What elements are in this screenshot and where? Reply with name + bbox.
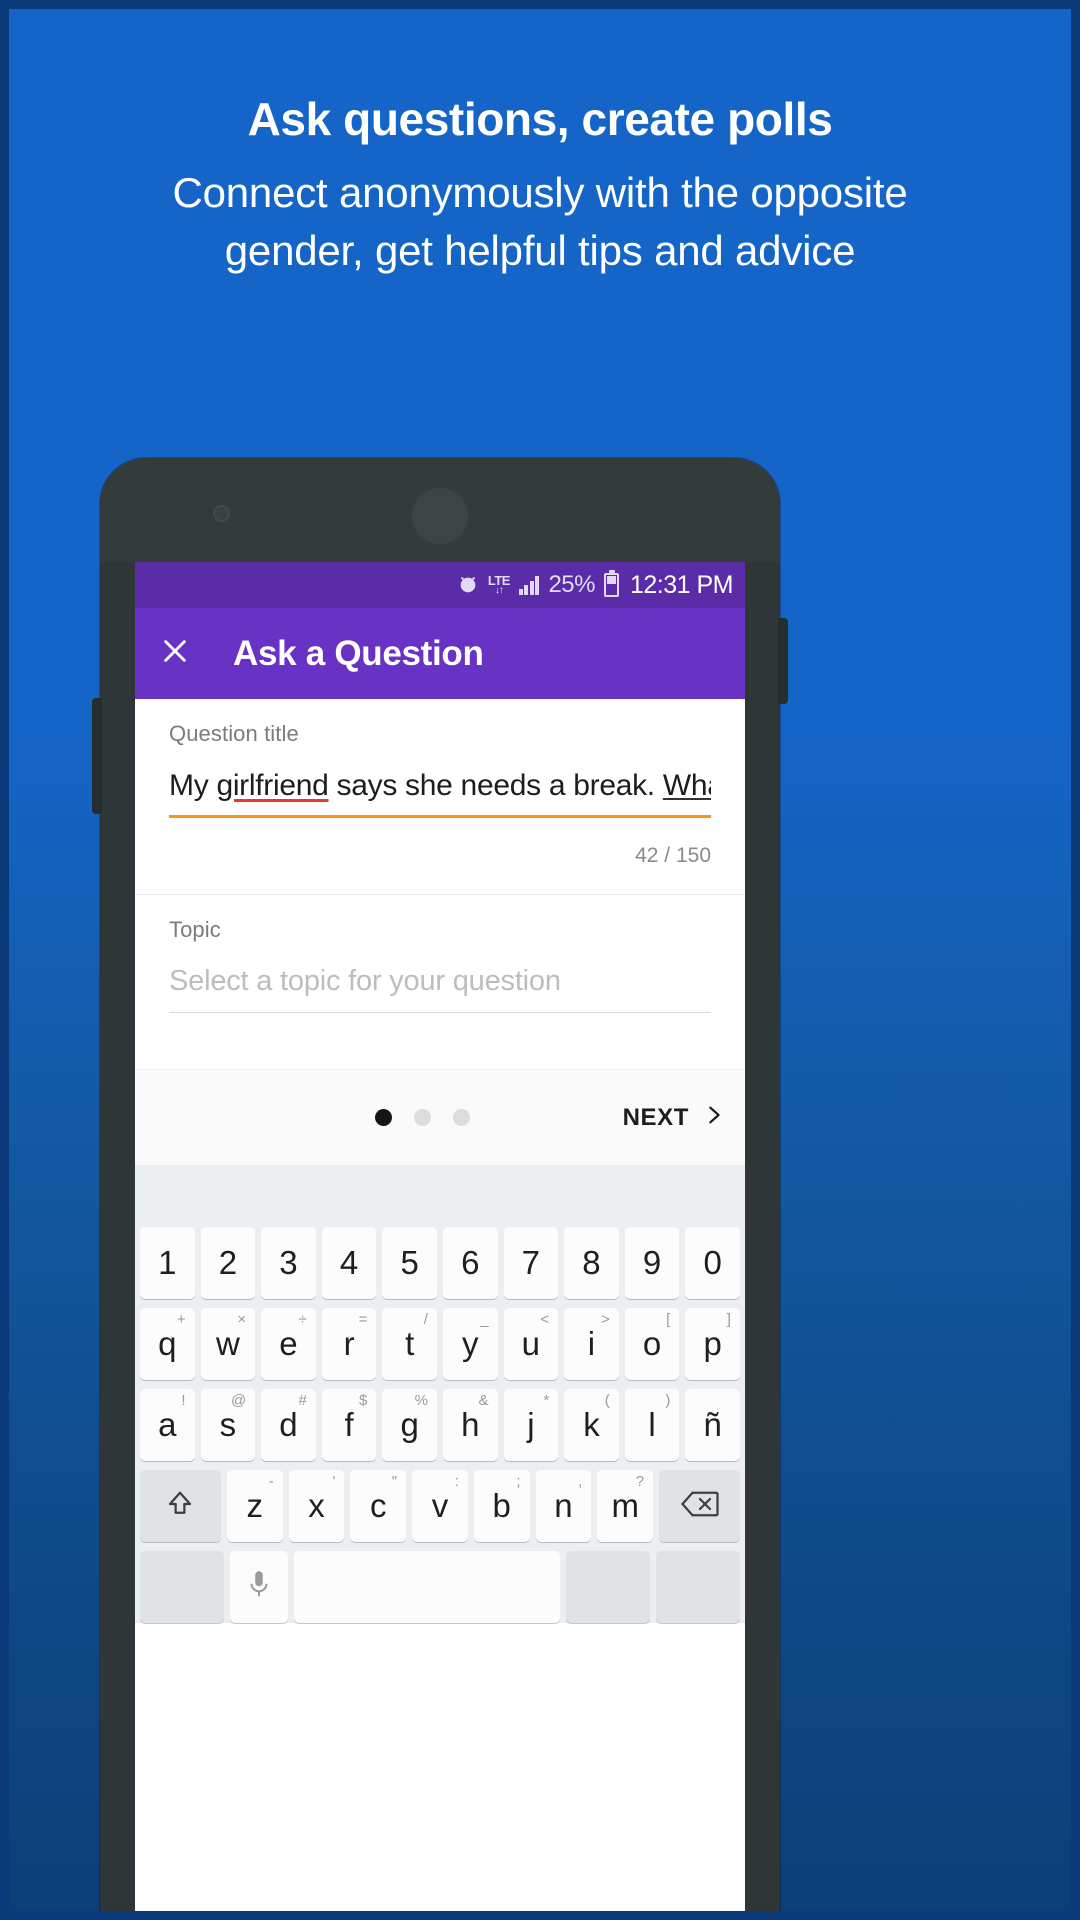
key-e[interactable]: ÷ e (261, 1308, 316, 1380)
key-g[interactable]: % g (382, 1389, 437, 1461)
shift-icon (165, 1489, 195, 1524)
next-button[interactable]: NEXT (623, 1104, 725, 1132)
keyboard-suggestion-strip (135, 1165, 745, 1221)
wizard-footer: NEXT (135, 1069, 745, 1165)
key-k[interactable]: (k (564, 1389, 619, 1461)
close-icon[interactable] (159, 635, 191, 672)
key-5[interactable]: 5 (382, 1227, 437, 1299)
alarm-icon (457, 574, 479, 596)
phone-camera (213, 505, 230, 522)
status-bar-time: 12:31 PM (629, 570, 734, 599)
punctuation-key[interactable] (566, 1551, 651, 1623)
backspace-icon (680, 1490, 720, 1523)
keyboard-row-bottom (140, 1551, 740, 1623)
key-7[interactable]: 7 (503, 1227, 559, 1299)
key-z[interactable]: -z (226, 1470, 283, 1542)
promo-header: Ask questions, create polls Connect anon… (0, 0, 1080, 280)
topic-field-block: Topic Select a topic for your question (135, 895, 745, 1069)
phone-speaker (412, 488, 468, 544)
question-title-label: Question title (169, 721, 299, 746)
key-p[interactable]: ] p (685, 1308, 740, 1380)
key-8[interactable]: 8 (564, 1227, 619, 1299)
keyboard-row-qwerty: + q × w ÷ e = r / t _ y < u > i [o ] p (140, 1308, 740, 1380)
phone-mockup: LTE ↓↑ 25% 12:31 PM Ask a Question Quest… (92, 458, 788, 1920)
key-r[interactable]: = r (321, 1308, 377, 1380)
key-b[interactable]: ; b (473, 1470, 530, 1542)
key-0[interactable]: 0 (685, 1227, 740, 1299)
character-counter: 42 / 150 (635, 844, 711, 867)
microphone-icon (248, 1570, 270, 1605)
topic-spacer (169, 1013, 711, 1069)
page-indicator (375, 1109, 470, 1126)
battery-icon (603, 570, 619, 597)
key-h[interactable]: & h (442, 1389, 498, 1461)
space-key[interactable] (293, 1551, 561, 1623)
key-w[interactable]: × w (200, 1308, 256, 1380)
key-j[interactable]: * j (503, 1389, 559, 1461)
key-2[interactable]: 2 (200, 1227, 256, 1299)
key-enye[interactable]: ñ (685, 1389, 740, 1461)
key-t[interactable]: / t (382, 1308, 437, 1380)
battery-percent: 25% (548, 571, 595, 598)
key-4[interactable]: 4 (321, 1227, 377, 1299)
question-form: Question title My girlfriend says she ne… (135, 699, 745, 1069)
phone-power-button (778, 618, 788, 704)
promo-screenshot: Ask questions, create polls Connect anon… (0, 0, 1080, 1920)
topic-select-input[interactable]: Select a topic for your question (169, 965, 711, 1013)
question-title-input[interactable]: My girlfriend says she needs a break. Wh… (169, 769, 711, 818)
key-y[interactable]: _ y (442, 1308, 498, 1380)
key-6[interactable]: 6 (442, 1227, 498, 1299)
page-dot-1[interactable] (375, 1109, 392, 1126)
key-n[interactable]: ,n (535, 1470, 592, 1542)
keyboard-row-asdf: ! a @ s # d $ f % g & h * j (k ) l ñ (140, 1389, 740, 1461)
mic-key[interactable] (229, 1551, 288, 1623)
key-f[interactable]: $ f (321, 1389, 377, 1461)
page-title: Ask a Question (233, 633, 484, 673)
key-v[interactable]: :v (412, 1470, 468, 1542)
enter-key[interactable] (656, 1551, 740, 1623)
question-text-misspelled: girlfriend (216, 769, 329, 802)
question-text-cursor-word: What (662, 769, 711, 802)
page-dot-3[interactable] (453, 1109, 470, 1126)
key-l[interactable]: ) l (624, 1389, 680, 1461)
app-bar: Ask a Question (135, 608, 745, 699)
key-s[interactable]: @ s (200, 1389, 256, 1461)
signal-bars-icon (518, 575, 540, 595)
topic-label: Topic (169, 917, 221, 942)
android-keyboard: 1 2 3 4 5 6 7 8 9 0 +q ×w ÷e =r /t (135, 1221, 745, 1623)
key-3[interactable]: 3 (261, 1227, 316, 1299)
next-button-label: NEXT (622, 1103, 689, 1131)
key-u[interactable]: < u (503, 1308, 559, 1380)
phone-screen: LTE ↓↑ 25% 12:31 PM Ask a Question Quest… (135, 562, 745, 1920)
shift-key[interactable] (140, 1470, 221, 1542)
key-a[interactable]: ! a (140, 1389, 195, 1461)
keyboard-row-numbers: 1 2 3 4 5 6 7 8 9 0 (140, 1227, 740, 1299)
status-bar: LTE ↓↑ 25% 12:31 PM (135, 562, 745, 608)
key-c[interactable]: " c (350, 1470, 407, 1542)
key-9[interactable]: 9 (624, 1227, 680, 1299)
page-dot-2[interactable] (414, 1109, 431, 1126)
key-m[interactable]: ? m (597, 1470, 654, 1542)
promo-title: Ask questions, create polls (247, 93, 833, 145)
backspace-key[interactable] (659, 1470, 740, 1542)
key-q[interactable]: + q (140, 1308, 195, 1380)
keyboard-row-zxcv: -z ' x " c :v ; b ,n ? m (140, 1470, 740, 1542)
key-d[interactable]: # d (261, 1389, 316, 1461)
symbols-key[interactable] (140, 1551, 224, 1623)
chevron-right-icon (703, 1104, 725, 1131)
question-title-field-block: Question title My girlfriend says she ne… (135, 699, 745, 818)
key-x[interactable]: ' x (288, 1470, 345, 1542)
promo-subtitle: Connect anonymously with the opposite ge… (172, 169, 908, 274)
key-o[interactable]: [o (624, 1308, 680, 1380)
key-1[interactable]: 1 (140, 1227, 195, 1299)
lte-indicator: LTE ↓↑ (487, 573, 511, 596)
phone-volume-button (92, 698, 102, 814)
question-text-part2: says she needs a break. (328, 769, 663, 802)
key-i[interactable]: > i (564, 1308, 619, 1380)
question-text-part1: My (169, 769, 217, 802)
